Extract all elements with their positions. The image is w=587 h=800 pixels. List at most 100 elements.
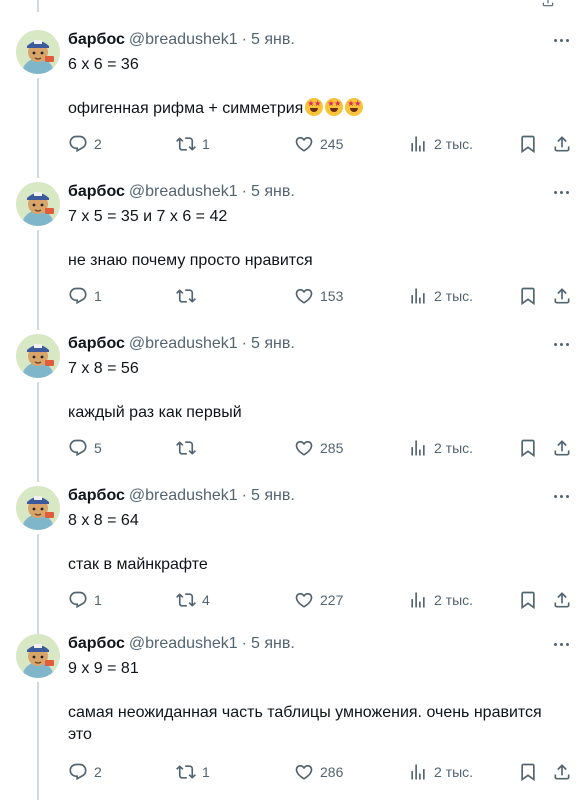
separator: · xyxy=(241,487,247,504)
reply-button[interactable]: 5 xyxy=(68,437,102,459)
views-button[interactable]: 2 тыс. xyxy=(408,133,473,155)
more-icon[interactable] xyxy=(549,182,573,202)
like-button[interactable]: 285 xyxy=(294,437,343,459)
tweet-line: стак в майнкрафте xyxy=(68,556,208,573)
like-button[interactable]: 245 xyxy=(294,133,343,155)
heart-icon xyxy=(295,592,313,608)
tweet-date[interactable]: 5 янв. xyxy=(251,634,295,654)
tweet-line: 8 x 8 = 64 xyxy=(68,512,139,529)
views-count: 2 тыс. xyxy=(434,288,474,304)
more-icon[interactable] xyxy=(549,486,573,506)
retweet-count: 1 xyxy=(202,764,210,780)
reply-button[interactable]: 1 xyxy=(68,285,102,307)
tweet-line: самая неожиданная часть таблицы умножени… xyxy=(68,704,542,721)
tweet[interactable]: барбос @breadushek1 · 5 янв. 9 x 9 = 81 с… xyxy=(0,634,587,800)
thread-line xyxy=(37,534,39,634)
bookmark-button[interactable] xyxy=(518,133,538,155)
bookmark-icon xyxy=(521,763,535,782)
more-icon[interactable] xyxy=(549,634,573,654)
share-icon[interactable] xyxy=(539,0,557,8)
share-icon xyxy=(554,440,570,456)
retweet-icon xyxy=(176,765,196,779)
more-icon[interactable] xyxy=(549,334,573,354)
tweet-actions: 2 1 286 2 тыс. xyxy=(68,761,575,783)
views-icon xyxy=(411,440,425,456)
author-name[interactable]: барбос xyxy=(68,334,125,354)
like-button[interactable]: 286 xyxy=(294,761,343,783)
reply-button[interactable]: 2 xyxy=(68,133,102,155)
bookmark-button[interactable] xyxy=(518,761,538,783)
tweet-line: это xyxy=(68,726,92,743)
views-icon xyxy=(411,288,425,304)
tweet-header: барбос @breadushek1 · 5 янв. xyxy=(68,182,575,202)
reply-count: 5 xyxy=(94,440,102,456)
author-name[interactable]: барбос xyxy=(68,634,125,654)
avatar[interactable] xyxy=(16,334,60,378)
bookmark-icon xyxy=(521,591,535,610)
author-handle[interactable]: @breadushek1 xyxy=(129,182,238,202)
retweet-button[interactable]: 4 xyxy=(176,589,210,611)
share-icon xyxy=(554,764,570,780)
share-icon xyxy=(554,592,570,608)
author-handle[interactable]: @breadushek1 xyxy=(129,30,238,50)
views-icon xyxy=(411,592,425,608)
retweet-button[interactable] xyxy=(176,285,202,307)
tweet-text: 7 x 5 = 35 и 7 x 6 = 42 не знаю почему пр… xyxy=(68,206,575,272)
retweet-icon xyxy=(176,593,196,607)
author-handle[interactable]: @breadushek1 xyxy=(129,334,238,354)
tweet-line: 6 x 6 = 36 xyxy=(68,56,139,73)
like-count: 227 xyxy=(320,592,344,608)
tweet-actions: 5 285 2 тыс. xyxy=(68,437,575,459)
retweet-button[interactable]: 1 xyxy=(176,133,210,155)
avatar[interactable] xyxy=(16,182,60,226)
tweet[interactable]: барбос @breadushek1 · 5 янв. 7 x 8 = 56 к… xyxy=(0,334,587,484)
heart-icon xyxy=(295,136,313,152)
reply-button[interactable]: 2 xyxy=(68,761,102,783)
bookmark-button[interactable] xyxy=(518,589,538,611)
tweet[interactable]: барбос @breadushek1 · 5 янв. 6 x 6 = 36 о… xyxy=(0,30,587,180)
like-button[interactable]: 153 xyxy=(294,285,343,307)
tweet[interactable]: барбос @breadushek1 · 5 янв. 7 x 5 = 35 … xyxy=(0,182,587,332)
share-button[interactable] xyxy=(552,133,572,155)
reply-count: 2 xyxy=(94,764,102,780)
avatar[interactable] xyxy=(16,30,60,74)
share-button[interactable] xyxy=(552,285,572,307)
tweet[interactable]: барбос @breadushek1 · 5 янв. 8 x 8 = 64 с… xyxy=(0,486,587,636)
reply-button[interactable]: 1 xyxy=(68,589,102,611)
views-button[interactable]: 2 тыс. xyxy=(408,285,473,307)
share-button[interactable] xyxy=(552,437,572,459)
author-handle[interactable]: @breadushek1 xyxy=(129,486,238,506)
views-button[interactable]: 2 тыс. xyxy=(408,437,473,459)
author-name[interactable]: барбос xyxy=(68,30,125,50)
author-name[interactable]: барбос xyxy=(68,486,125,506)
share-button[interactable] xyxy=(552,589,572,611)
tweet-date[interactable]: 5 янв. xyxy=(251,182,295,202)
author-name[interactable]: барбос xyxy=(68,182,125,202)
views-button[interactable]: 2 тыс. xyxy=(408,589,473,611)
separator: · xyxy=(241,635,247,652)
like-count: 245 xyxy=(320,136,344,152)
retweet-button[interactable]: 1 xyxy=(176,761,210,783)
share-button[interactable] xyxy=(552,761,572,783)
avatar[interactable] xyxy=(16,634,60,678)
views-button[interactable]: 2 тыс. xyxy=(408,761,473,783)
tweet-actions: 2 1 245 2 тыс. xyxy=(68,133,575,155)
author-handle[interactable]: @breadushek1 xyxy=(129,634,238,654)
retweet-button[interactable] xyxy=(176,437,202,459)
separator: · xyxy=(241,31,247,48)
reply-icon xyxy=(69,763,87,781)
more-icon[interactable] xyxy=(549,30,573,50)
like-button[interactable]: 227 xyxy=(294,589,343,611)
reply-count: 2 xyxy=(94,136,102,152)
tweet-date[interactable]: 5 янв. xyxy=(251,334,295,354)
views-count: 2 тыс. xyxy=(434,440,474,456)
bookmark-button[interactable] xyxy=(518,437,538,459)
tweet-date[interactable]: 5 янв. xyxy=(251,486,295,506)
bookmark-button[interactable] xyxy=(518,285,538,307)
like-count: 153 xyxy=(320,288,344,304)
tweet-date[interactable]: 5 янв. xyxy=(251,30,295,50)
retweet-count: 4 xyxy=(202,592,210,608)
heart-icon xyxy=(295,764,313,780)
avatar[interactable] xyxy=(16,486,60,530)
tweet-text: 6 x 6 = 36 офигенная рифма + симметрия xyxy=(68,54,575,120)
